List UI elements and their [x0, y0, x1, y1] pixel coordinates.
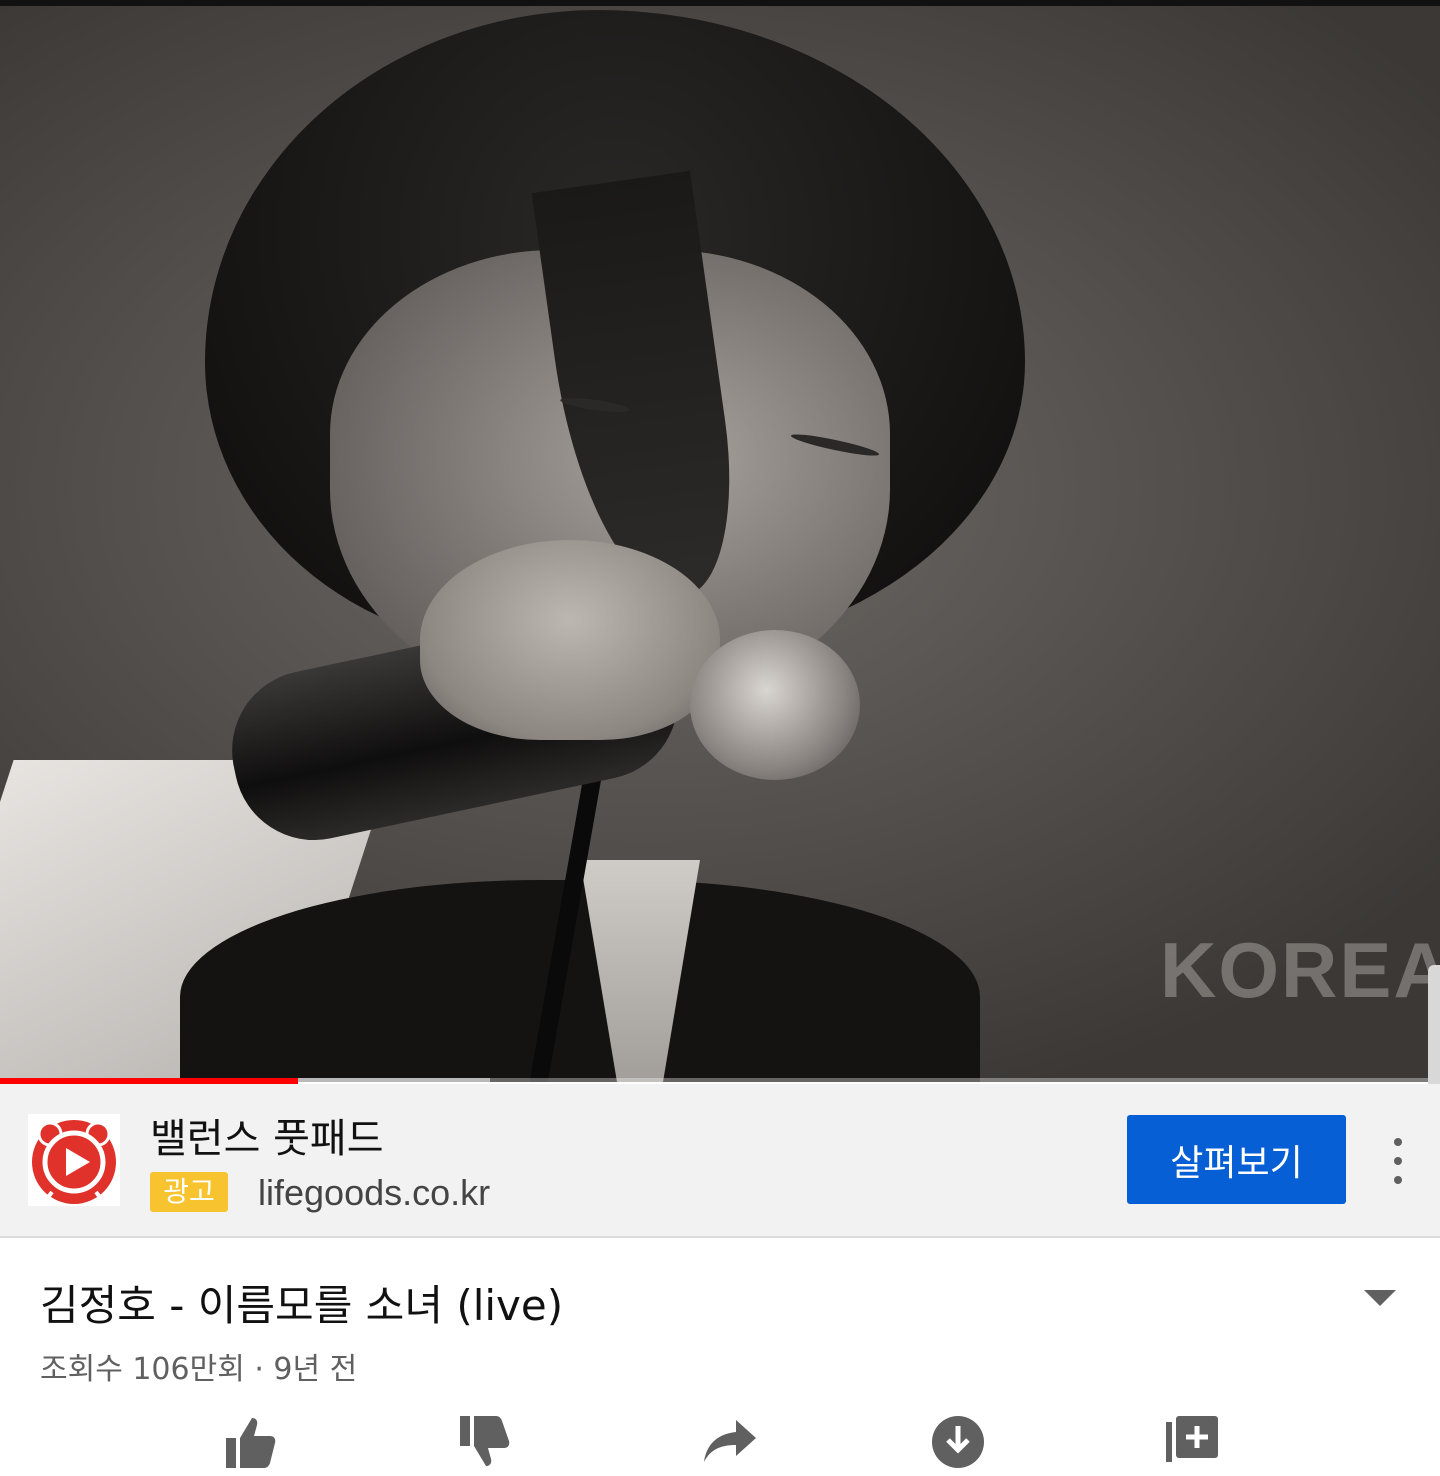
more-options-icon[interactable]: [1384, 1138, 1412, 1184]
video-player[interactable]: KOREA: [0, 0, 1440, 1082]
share-icon[interactable]: [700, 1412, 760, 1462]
video-title[interactable]: 김정호 - 이름모를 소녀 (live): [40, 1272, 563, 1333]
video-frame-microphone: [690, 630, 860, 780]
ad-title[interactable]: 밸런스 풋패드: [150, 1106, 384, 1164]
video-frame-jacket: [180, 880, 980, 1082]
ad-cta-button[interactable]: 살펴보기: [1127, 1115, 1346, 1204]
alarm-clock-play-icon: [28, 1114, 120, 1206]
menu-dot: [1394, 1138, 1402, 1146]
video-watermark: KOREA: [1160, 926, 1440, 1014]
video-frame-hand: [420, 540, 720, 740]
expand-description-icon[interactable]: [1364, 1290, 1396, 1306]
ad-banner[interactable]: 밸런스 풋패드 광고 lifegoods.co.kr 살펴보기: [0, 1084, 1440, 1238]
status-bar-edge: [0, 0, 1440, 6]
save-to-playlist-icon[interactable]: [1162, 1412, 1222, 1462]
advertiser-logo[interactable]: [28, 1114, 120, 1206]
like-icon[interactable]: [218, 1412, 278, 1468]
video-meta: 조회수 106만회 · 9년 전: [40, 1352, 358, 1387]
download-icon[interactable]: [928, 1412, 988, 1468]
ad-badge: 광고: [150, 1172, 228, 1212]
menu-dot: [1394, 1176, 1402, 1184]
menu-dot: [1394, 1157, 1402, 1165]
dislike-icon[interactable]: [452, 1412, 512, 1466]
ad-url[interactable]: lifegoods.co.kr: [258, 1172, 490, 1214]
